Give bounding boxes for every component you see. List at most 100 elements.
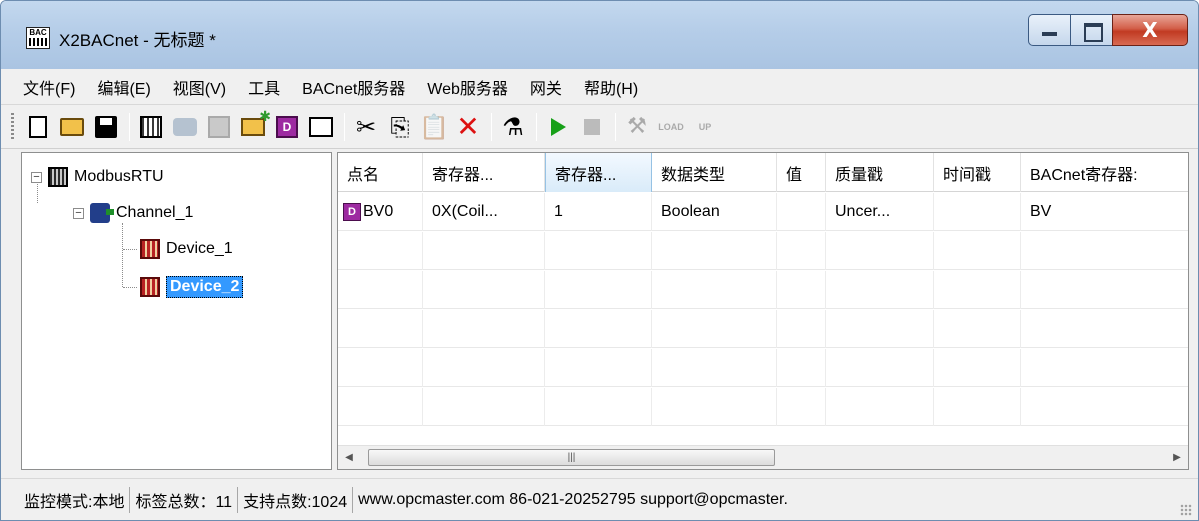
tools-icon: ⚒: [627, 114, 647, 139]
add-folder-button[interactable]: [239, 108, 271, 141]
add-device-icon: D: [276, 116, 298, 138]
minimize-button[interactable]: [1028, 14, 1070, 46]
tools-button[interactable]: ⚒: [623, 113, 651, 141]
add-driver-button[interactable]: [137, 113, 165, 141]
properties-icon: [309, 117, 333, 137]
paste-button[interactable]: 📋: [419, 113, 449, 141]
save-button[interactable]: [92, 113, 120, 141]
tree-connector: [123, 287, 137, 288]
tree-connector: [123, 249, 137, 250]
tree-node-channel[interactable]: − Channel_1: [73, 201, 193, 225]
tree-node-label: Channel_1: [116, 204, 194, 221]
run-button[interactable]: [544, 113, 572, 141]
load-icon: LOAD: [658, 121, 684, 132]
add-folder-icon: [241, 108, 271, 136]
toolbar-separator: [129, 113, 130, 141]
maximize-button[interactable]: [1070, 14, 1112, 46]
properties-button[interactable]: [307, 113, 335, 141]
menu-edit[interactable]: 编辑(E): [97, 75, 150, 99]
status-bar: 监控模式:本地 标签总数：11 支持点数:1024 www.opcmaster.…: [1, 478, 1198, 520]
delete-button[interactable]: ✕: [454, 113, 482, 141]
column-header-bacnet-register[interactable]: BACnet寄存器:: [1021, 153, 1188, 192]
toolbar-separator: [344, 113, 345, 141]
test-icon: ⚗: [502, 113, 524, 141]
scrollbar-thumb[interactable]: [368, 449, 775, 466]
app-window: BAC X2BACnet - 无标题 * X 文件(F) 编辑(E) 视图(V)…: [0, 0, 1199, 521]
cell-value: [777, 193, 826, 231]
cell-name: D BV0: [338, 193, 423, 231]
upload-button[interactable]: UP: [691, 113, 719, 141]
device-icon: [140, 239, 160, 259]
tree-connector: [122, 223, 123, 287]
stop-button[interactable]: [578, 113, 606, 141]
copy-button[interactable]: ⎘: [386, 113, 414, 141]
new-file-icon: [29, 116, 47, 138]
menu-file[interactable]: 文件(F): [23, 75, 75, 99]
new-button[interactable]: [24, 113, 52, 141]
add-group-icon: [208, 116, 230, 138]
status-supported-points: 支持点数:1024: [238, 486, 354, 513]
menu-bacnet-server[interactable]: BACnet服务器: [302, 75, 405, 99]
toolbar-separator: [615, 113, 616, 141]
tree-node-label: ModbusRTU: [74, 168, 164, 185]
column-header-data-type[interactable]: 数据类型: [652, 153, 777, 192]
tree-node-label: Device_1: [166, 240, 233, 257]
copy-icon: ⎘: [390, 113, 410, 141]
add-device-button[interactable]: D: [273, 113, 301, 141]
app-icon: BAC: [26, 27, 50, 49]
horizontal-scrollbar[interactable]: ◀ ▶: [338, 445, 1188, 469]
column-header-register-type[interactable]: 寄存器...: [423, 153, 545, 192]
empty-row: [338, 388, 1188, 426]
tag-list-header: 点名 寄存器... 寄存器... 数据类型 值 质量戳 时间戳 BACnet寄存…: [338, 153, 1188, 192]
test-button[interactable]: ⚗: [499, 113, 527, 141]
column-header-name[interactable]: 点名: [338, 153, 423, 192]
maximize-icon: [1071, 15, 1112, 45]
cell-bacnet-register: BV: [1021, 193, 1188, 231]
column-header-quality[interactable]: 质量戳: [826, 153, 934, 192]
toolbar: D ✂ ⎘ 📋 ✕ ⚗ ⚒ LOAD UP: [1, 106, 1198, 149]
status-contact-info: www.opcmaster.com 86-021-20252795 suppor…: [358, 490, 788, 508]
column-header-timestamp[interactable]: 时间戳: [934, 153, 1021, 192]
add-group-button[interactable]: [205, 113, 233, 141]
cut-button[interactable]: ✂: [352, 113, 380, 141]
resize-grip-icon[interactable]: [1180, 504, 1192, 516]
tag-list[interactable]: 点名 寄存器... 寄存器... 数据类型 值 质量戳 时间戳 BACnet寄存…: [337, 152, 1189, 470]
project-tree[interactable]: − ModbusRTU − Channel_1 Device_1 Device_…: [21, 152, 332, 470]
driver-icon: [48, 167, 68, 187]
table-row[interactable]: D BV0 0X(Coil... 1 Boolean Uncer... BV: [338, 193, 1188, 231]
status-tag-count: 标签总数：11: [130, 486, 239, 513]
window-controls: X: [1028, 14, 1188, 48]
tree-node-label-selected: Device_2: [166, 276, 244, 298]
tree-node-modbusrtu[interactable]: − ModbusRTU: [31, 165, 164, 189]
close-button[interactable]: X: [1112, 14, 1188, 46]
tree-node-device-1[interactable]: Device_1: [140, 237, 233, 261]
stop-icon: [584, 119, 600, 135]
scroll-right-icon[interactable]: ▶: [1166, 446, 1188, 469]
open-button[interactable]: [58, 113, 86, 141]
delete-icon: ✕: [456, 110, 480, 143]
add-channel-button[interactable]: [171, 113, 199, 141]
menu-web-server[interactable]: Web服务器: [427, 75, 508, 99]
column-header-value[interactable]: 值: [777, 153, 826, 192]
cell-register-type: 0X(Coil...: [423, 193, 545, 231]
minimize-icon: [1029, 15, 1070, 45]
collapse-icon[interactable]: −: [31, 171, 42, 183]
device-icon: [140, 277, 160, 297]
menu-gateway[interactable]: 网关: [530, 75, 562, 99]
status-monitor-mode: 监控模式:本地: [19, 486, 131, 513]
menu-tools[interactable]: 工具: [248, 75, 280, 99]
load-button[interactable]: LOAD: [657, 113, 685, 141]
title-bar[interactable]: BAC X2BACnet - 无标题 * X: [1, 1, 1198, 69]
scroll-left-icon[interactable]: ◀: [338, 446, 360, 469]
empty-row: [338, 232, 1188, 270]
collapse-icon[interactable]: −: [73, 207, 84, 219]
empty-row: [338, 271, 1188, 309]
menu-view[interactable]: 视图(V): [173, 75, 226, 99]
toolbar-grip[interactable]: [11, 113, 14, 141]
empty-row: [338, 349, 1188, 387]
paste-icon: 📋: [419, 113, 449, 141]
tree-node-device-2[interactable]: Device_2: [140, 275, 244, 299]
menu-help[interactable]: 帮助(H): [584, 75, 638, 99]
column-header-register-address[interactable]: 寄存器...: [545, 153, 652, 192]
cell-quality: Uncer...: [826, 193, 934, 231]
